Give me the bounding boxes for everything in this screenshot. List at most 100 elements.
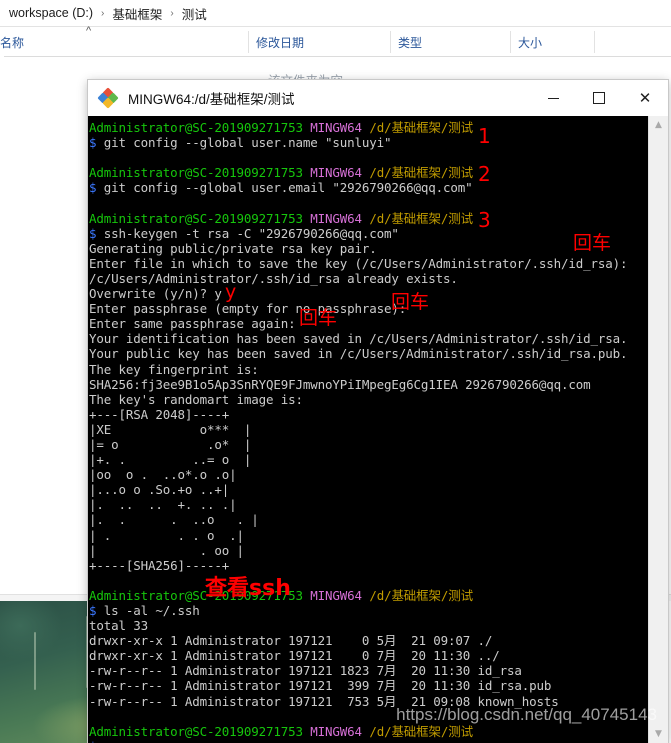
breadcrumb-item-0[interactable]: workspace (D:) <box>6 6 96 20</box>
terminal-command-line: $ <box>89 739 627 743</box>
minimize-icon <box>547 97 559 99</box>
terminal-line: Your identification has been saved in /c… <box>89 331 628 347</box>
prompt-path: /d/基础框架/测试 <box>369 120 473 135</box>
terminal-line: Generating public/private rsa key pair. <box>89 240 377 256</box>
prompt-shell: MINGW64 <box>310 210 362 226</box>
command-text: git config --global user.name "sunluyi" <box>96 135 392 151</box>
column-header-type[interactable]: 类型 <box>398 34 422 51</box>
scroll-down-arrow-icon[interactable]: ▼ <box>649 725 668 743</box>
prompt-path: /d/基础框架/测试 <box>369 587 473 603</box>
terminal-scrollbar[interactable]: ▲ ▼ <box>648 116 668 743</box>
terminal-line: |XE o*** | <box>89 421 252 437</box>
prompt-path: /d/基础框架/测试 <box>369 723 473 739</box>
prompt-shell: MINGW64 <box>310 587 362 603</box>
breadcrumb-item-2[interactable]: 测试 <box>179 4 210 23</box>
terminal-line: |. . . ..o . | <box>89 512 259 528</box>
maximize-icon <box>593 92 605 104</box>
column-header-modified[interactable]: 修改日期 <box>256 34 304 51</box>
annot-check-ssh: 查看ssh <box>205 576 291 601</box>
terminal-command-line: $ ls -al ~/.ssh <box>89 603 627 618</box>
terminal-line: +---[RSA 2048]----+ <box>89 406 230 422</box>
prompt-shell: MINGW64 <box>310 723 362 739</box>
watermark: https://blog.csdn.net/qq_40745143 <box>396 705 657 724</box>
terminal-line: |= o .o* | <box>89 436 252 452</box>
command-text: ssh-keygen -t rsa -C "2926790266@qq.com" <box>96 225 399 241</box>
column-header-name[interactable]: 名称 <box>0 34 24 51</box>
annot-overwrite-y: y <box>225 281 237 303</box>
terminal-line: drwxr-xr-x 1 Administrator 197121 0 5月 2… <box>89 633 493 649</box>
terminal-prompt-line: Administrator@SC-201909271753 MINGW64 /d… <box>89 724 627 739</box>
annot-passphrase-1: 回车 <box>391 291 430 313</box>
explorer-content-pane <box>0 56 4 599</box>
terminal-line: /c/Users/Administrator/.ssh/id_rsa alrea… <box>89 270 458 286</box>
terminal-line: |...o o .So.+o ..+| <box>89 482 230 498</box>
column-divider[interactable] <box>248 31 249 53</box>
terminal-line: | . oo | <box>89 542 244 558</box>
terminal-line: The key's randomart image is: <box>89 391 303 407</box>
breadcrumb-separator-icon: › <box>170 7 174 19</box>
terminal-command-line: $ ssh-keygen -t rsa -C "2926790266@qq.co… <box>89 226 627 241</box>
column-header-size[interactable]: 大小 <box>518 34 542 51</box>
breadcrumb-separator-icon: › <box>101 7 105 19</box>
terminal-title-bar[interactable]: MINGW64:/d/基础框架/测试 ✕ <box>88 80 668 117</box>
command-text: ls -al ~/.ssh <box>96 603 200 618</box>
terminal-line: SHA256:fj3ee9B1o5Ap3SnRYQE9FJmwnoYPiIMpe… <box>89 376 591 392</box>
breadcrumb-item-1[interactable]: 基础框架 <box>109 4 165 23</box>
terminal-prompt-line: Administrator@SC-201909271753 MINGW64 /d… <box>89 120 627 135</box>
breadcrumb[interactable]: workspace (D:) › 基础框架 › 测试 <box>0 0 671 27</box>
mingw-diamond-icon <box>97 87 119 109</box>
terminal-line: | . . . o .| <box>89 527 244 543</box>
prompt-user-host: Administrator@SC-201909271753 <box>89 210 303 226</box>
prompt-dollar: $ <box>89 739 97 743</box>
terminal-line: drwxr-xr-x 1 Administrator 197121 0 7月 2… <box>89 648 500 664</box>
terminal-line: Enter passphrase (empty for no passphras… <box>89 301 407 317</box>
terminal-prompt-line: Administrator@SC-201909271753 MINGW64 /d… <box>89 165 627 180</box>
column-divider[interactable] <box>594 31 595 53</box>
column-divider[interactable] <box>510 31 511 53</box>
terminal-output-area[interactable]: Administrator@SC-201909271753 MINGW64 /d… <box>88 116 648 743</box>
close-button[interactable]: ✕ <box>622 80 668 116</box>
mingw64-terminal-window[interactable]: MINGW64:/d/基础框架/测试 ✕ Administrator@SC-20… <box>88 80 668 743</box>
prompt-user-host: Administrator@SC-201909271753 <box>89 723 303 739</box>
annot-step-1: 1 <box>478 124 491 148</box>
terminal-line: +----[SHA256]-----+ <box>89 557 230 573</box>
terminal-prompt-line: Administrator@SC-201909271753 MINGW64 /d… <box>89 588 627 603</box>
terminal-line: Enter same passphrase again: <box>89 316 296 332</box>
prompt-path: /d/基础框架/测试 <box>369 210 473 226</box>
prompt-shell: MINGW64 <box>310 165 362 181</box>
annot-enter-file: 回车 <box>573 232 612 254</box>
terminal-line: Your public key has been saved in /c/Use… <box>89 346 628 362</box>
terminal-line: The key fingerprint is: <box>89 361 259 377</box>
terminal-line: -rw-r--r-- 1 Administrator 197121 399 7月… <box>89 678 552 694</box>
column-divider[interactable] <box>390 31 391 53</box>
terminal-line: |+. . ..= o | <box>89 452 252 468</box>
terminal-command-line: $ git config --global user.name "sunluyi… <box>89 135 627 150</box>
prompt-shell: MINGW64 <box>310 120 362 135</box>
annot-step-3: 3 <box>478 208 491 232</box>
annot-step-2: 2 <box>478 162 491 186</box>
command-text: git config --global user.email "29267902… <box>96 180 473 196</box>
minimize-button[interactable] <box>530 80 576 116</box>
annot-passphrase-2: 回车 <box>299 307 338 329</box>
terminal-line: Overwrite (y/n)? y <box>89 286 222 302</box>
maximize-button[interactable] <box>576 80 622 116</box>
prompt-path: /d/基础框架/测试 <box>369 165 473 181</box>
terminal-line: |oo o . ..o*.o .o| <box>89 467 237 483</box>
scroll-up-arrow-icon[interactable]: ▲ <box>649 116 668 134</box>
terminal-prompt-line: Administrator@SC-201909271753 MINGW64 /d… <box>89 211 627 226</box>
terminal-line: -rw-r--r-- 1 Administrator 197121 1823 7… <box>89 663 522 679</box>
close-icon: ✕ <box>638 88 652 107</box>
prompt-user-host: Administrator@SC-201909271753 <box>89 165 303 181</box>
prompt-user-host: Administrator@SC-201909271753 <box>89 120 303 135</box>
explorer-column-header: 名称 修改日期 类型 大小 <box>0 28 671 57</box>
terminal-line: |. .. .. +. .. .| <box>89 497 237 513</box>
terminal-line: Enter file in which to save the key (/c/… <box>89 255 628 271</box>
terminal-command-line: $ git config --global user.email "292679… <box>89 180 627 195</box>
terminal-line: total 33 <box>89 618 149 634</box>
sort-ascending-caret-icon: ^ <box>86 25 92 37</box>
terminal-text: Administrator@SC-201909271753 MINGW64 /d… <box>89 120 628 743</box>
window-title: MINGW64:/d/基础框架/测试 <box>128 92 295 107</box>
